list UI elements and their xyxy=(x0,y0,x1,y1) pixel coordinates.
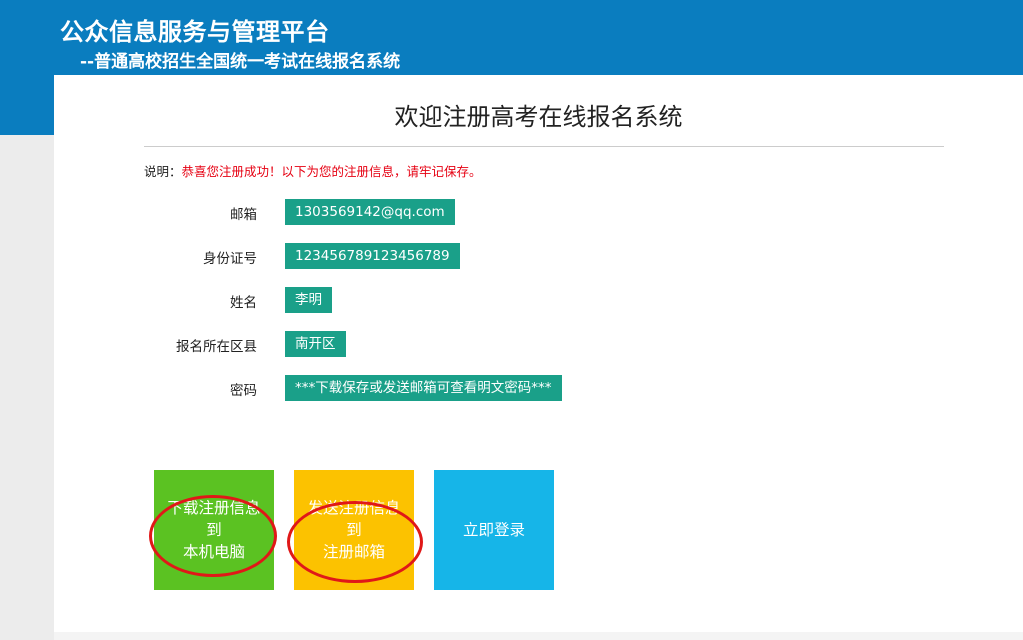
field-label: 身份证号 xyxy=(203,251,257,267)
field-value: ***下载保存或发送邮箱可查看明文密码*** xyxy=(285,375,562,401)
send-email-button[interactable]: 发送注册信息到 注册邮箱 xyxy=(294,470,414,590)
registration-note: 说明：恭喜您注册成功！以下为您的注册信息，请牢记保存。 xyxy=(144,161,482,180)
download-button-line1: 下载注册信息到 xyxy=(167,499,261,539)
system-subtitle: --普通高校招生全国统一考试在线报名系统 xyxy=(80,52,401,72)
note-prefix: 说明： xyxy=(144,164,182,179)
field-value: 李明 xyxy=(285,287,332,313)
field-value: 1303569142@qq.com xyxy=(285,199,455,225)
header-left-strip xyxy=(0,75,54,135)
page-bottom-band xyxy=(54,632,1023,640)
field-row-email: 邮箱 1303569142@qq.com xyxy=(54,199,1023,225)
send-button-line2: 注册邮箱 xyxy=(322,543,385,561)
field-value: 123456789123456789 xyxy=(285,243,460,269)
title-divider xyxy=(144,146,944,147)
login-button-label: 立即登录 xyxy=(462,521,525,539)
login-button[interactable]: 立即登录 xyxy=(434,470,554,590)
send-button-line1: 发送注册信息到 xyxy=(307,499,401,539)
field-row-name: 姓名 李明 xyxy=(54,287,1023,313)
field-value: 南开区 xyxy=(285,331,346,357)
field-row-district: 报名所在区县 南开区 xyxy=(54,331,1023,357)
field-row-password: 密码 ***下载保存或发送邮箱可查看明文密码*** xyxy=(54,375,1023,401)
note-message: 恭喜您注册成功！以下为您的注册信息，请牢记保存。 xyxy=(181,164,482,179)
download-button-line2: 本机电脑 xyxy=(182,543,245,561)
header-bar: 公众信息服务与管理平台 --普通高校招生全国统一考试在线报名系统 xyxy=(0,0,1023,75)
field-label: 邮箱 xyxy=(230,207,257,223)
field-label: 密码 xyxy=(230,383,257,399)
field-row-id-number: 身份证号 123456789123456789 xyxy=(54,243,1023,269)
field-label: 姓名 xyxy=(230,295,257,311)
registration-card: 欢迎注册高考在线报名系统 说明：恭喜您注册成功！以下为您的注册信息，请牢记保存。… xyxy=(54,75,1023,632)
field-label: 报名所在区县 xyxy=(176,339,257,355)
welcome-title: 欢迎注册高考在线报名系统 xyxy=(394,103,683,131)
platform-title: 公众信息服务与管理平台 xyxy=(60,18,330,46)
download-info-button[interactable]: 下载注册信息到 本机电脑 xyxy=(154,470,274,590)
